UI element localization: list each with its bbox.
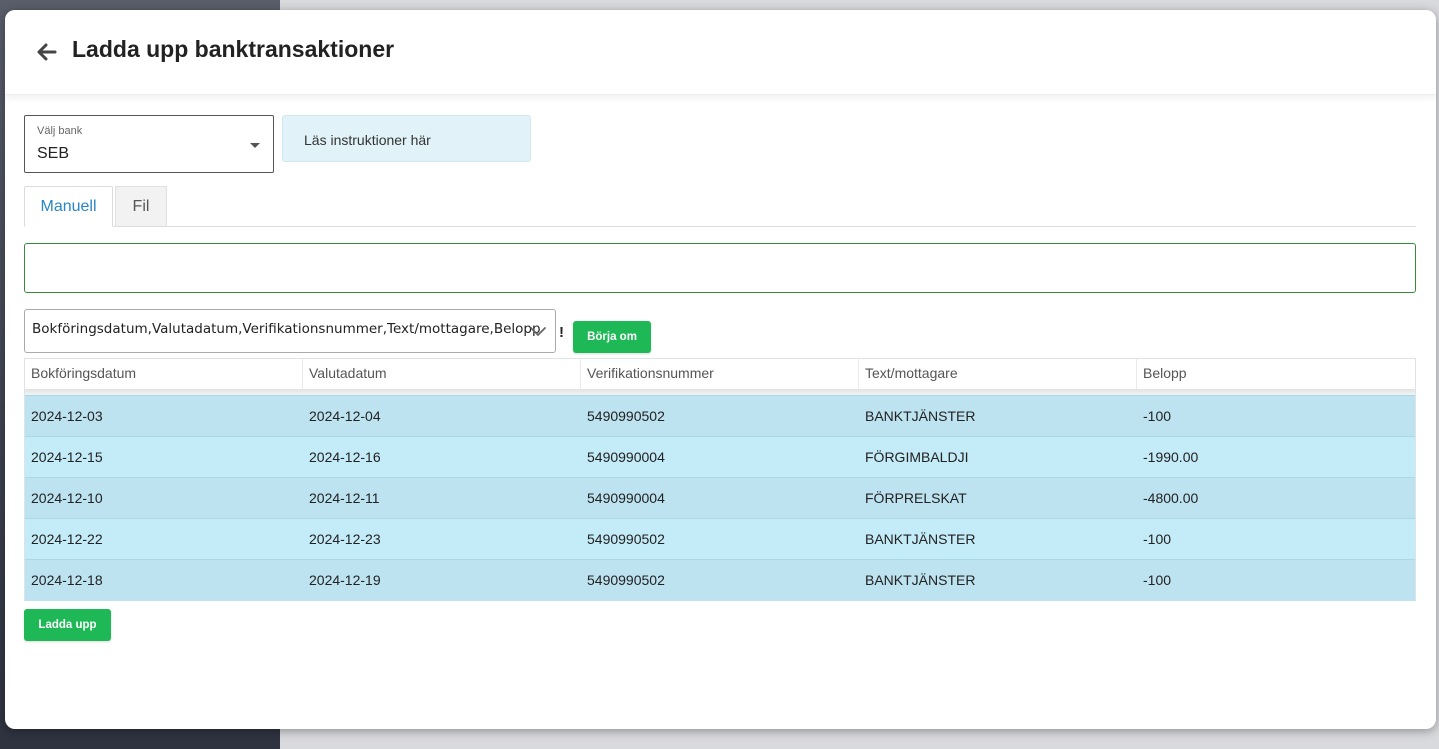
page-title: Ladda upp banktransaktioner — [72, 36, 395, 62]
table-cell: 5490990004 — [587, 490, 665, 506]
back-button[interactable] — [33, 38, 61, 66]
arrow-left-icon — [37, 43, 57, 61]
table-row[interactable]: 2024-12-18 2024-12-19 5490990502 BANKTJÄ… — [25, 559, 1415, 601]
table-cell: 2024-12-19 — [309, 572, 381, 588]
table-cell: -4800.00 — [1143, 490, 1199, 506]
instructions-link[interactable]: Läs instruktioner här — [282, 115, 531, 162]
table-cell: BANKTJÄNSTER — [865, 408, 976, 424]
table-row[interactable]: 2024-12-22 2024-12-23 5490990502 BANKTJÄ… — [25, 518, 1415, 560]
table-cell: FÖRGIMBALDJI — [865, 449, 969, 465]
column-order-value: Bokföringsdatum,Valutadatum,Verifikation… — [32, 321, 541, 337]
reset-button[interactable]: Börja om — [573, 321, 651, 353]
column-header[interactable]: Text/mottagare — [859, 359, 1137, 389]
warning-icon: ! — [559, 324, 564, 341]
table-cell: 2024-12-22 — [31, 531, 103, 547]
table-row[interactable]: 2024-12-15 2024-12-16 5490990004 FÖRGIMB… — [25, 436, 1415, 478]
caret-down-icon — [250, 143, 260, 148]
table-cell: 5490990502 — [587, 408, 665, 424]
table-cell: -100 — [1143, 408, 1172, 424]
table-cell: -100 — [1143, 531, 1172, 547]
table-cell: 2024-12-10 — [31, 490, 103, 506]
table-cell: -1990.00 — [1143, 449, 1199, 465]
bank-select[interactable]: Välj bank SEB — [24, 115, 274, 173]
dialog-header: Ladda upp banktransaktioner — [5, 10, 1436, 95]
chevron-down-icon — [530, 327, 546, 336]
column-header[interactable]: Belopp — [1137, 359, 1415, 389]
table-cell: 2024-12-03 — [31, 408, 103, 424]
table-cell: FÖRPRELSKAT — [865, 490, 967, 506]
table-cell: 5490990004 — [587, 449, 665, 465]
upload-button[interactable]: Ladda upp — [24, 609, 111, 641]
table-cell: BANKTJÄNSTER — [865, 572, 976, 588]
table-row[interactable]: 2024-12-10 2024-12-11 5490990004 FÖRPREL… — [25, 477, 1415, 519]
table-cell: 5490990502 — [587, 572, 665, 588]
table-cell: 2024-12-16 — [309, 449, 381, 465]
table-cell: 2024-12-18 — [31, 572, 103, 588]
tab-fil[interactable]: Fil — [115, 186, 167, 226]
table-cell: 5490990502 — [587, 531, 665, 547]
table-cell: 2024-12-04 — [309, 408, 381, 424]
table-cell: 2024-12-23 — [309, 531, 381, 547]
bank-select-label: Välj bank — [37, 125, 83, 137]
table-header: Bokföringsdatum Valutadatum Verifikation… — [25, 359, 1415, 390]
tab-bar: Manuell Fil — [24, 186, 1416, 227]
column-header[interactable]: Verifikationsnummer — [581, 359, 859, 389]
upload-dialog: Ladda upp banktransaktioner Välj bank SE… — [5, 10, 1436, 729]
bank-select-value: SEB — [37, 145, 70, 162]
table-cell: 2024-12-15 — [31, 449, 103, 465]
column-order-select[interactable]: Bokföringsdatum,Valutadatum,Verifikation… — [24, 309, 556, 353]
table-row[interactable]: 2024-12-03 2024-12-04 5490990502 BANKTJÄ… — [25, 395, 1415, 437]
paste-transactions-input[interactable] — [24, 243, 1416, 293]
tab-manuell[interactable]: Manuell — [24, 186, 113, 227]
table-cell: 2024-12-11 — [309, 490, 380, 506]
table-cell: -100 — [1143, 572, 1172, 588]
transactions-table: Bokföringsdatum Valutadatum Verifikation… — [24, 358, 1416, 601]
column-header[interactable]: Bokföringsdatum — [25, 359, 303, 389]
table-cell: BANKTJÄNSTER — [865, 531, 976, 547]
column-header[interactable]: Valutadatum — [303, 359, 581, 389]
